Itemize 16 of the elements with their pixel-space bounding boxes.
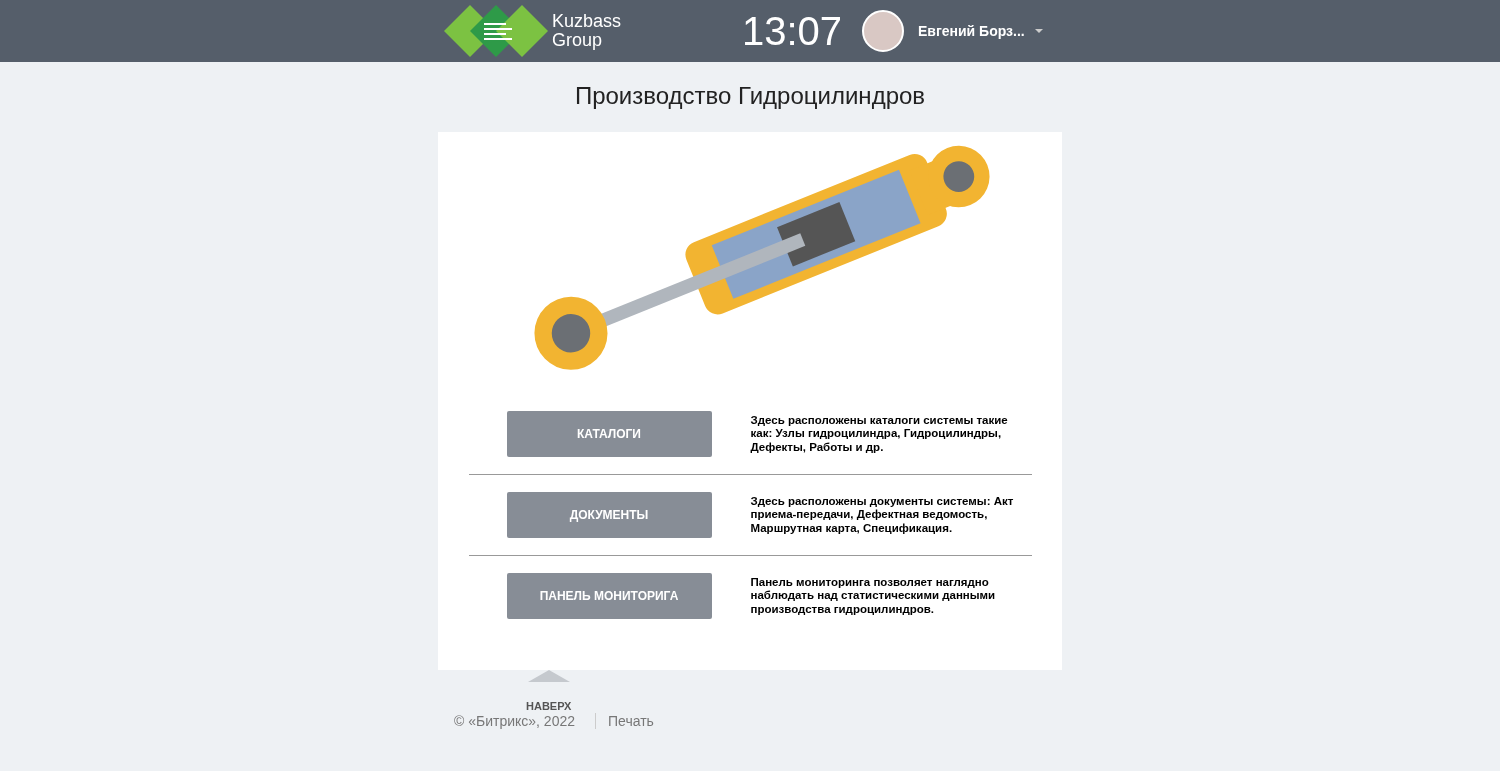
to-top-link[interactable]: НАВЕРХ bbox=[526, 670, 572, 712]
section-button[interactable]: КАТАЛОГИ bbox=[506, 411, 712, 457]
user-name[interactable]: Евгений Борз... bbox=[918, 23, 1025, 39]
logo-icon bbox=[444, 5, 548, 57]
section-description: Панель мониторинга позволяет наглядно наблюдать над статистическими данными производства гидроцилиндров. bbox=[750, 575, 997, 617]
page-title: Производство Гидроцилиндров bbox=[574, 82, 926, 110]
section-description: Здесь расположены документы системы: Акт приема-передачи, Дефектная ведомость, Маршрутная карта, Спецификация. bbox=[750, 494, 1015, 536]
section-button[interactable]: ПАНЕЛЬ МОНИТОРИГА bbox=[506, 573, 712, 619]
print-link[interactable]: Печать bbox=[608, 713, 654, 729]
copyright: © «Битрикс», 2022 bbox=[454, 713, 575, 729]
section-button[interactable]: ДОКУМЕНТЫ bbox=[506, 492, 712, 538]
logo-text: Kuzbass Group bbox=[552, 12, 622, 50]
section-description: Здесь расположены каталоги системы такие как: Узлы гидроцилиндра, Гидроцилиндры, Дефекты, Работы и др. bbox=[750, 413, 1009, 455]
caret-icon[interactable] bbox=[1034, 29, 1043, 33]
user-avatar[interactable] bbox=[862, 10, 904, 52]
clock: 13:07 bbox=[742, 8, 844, 54]
